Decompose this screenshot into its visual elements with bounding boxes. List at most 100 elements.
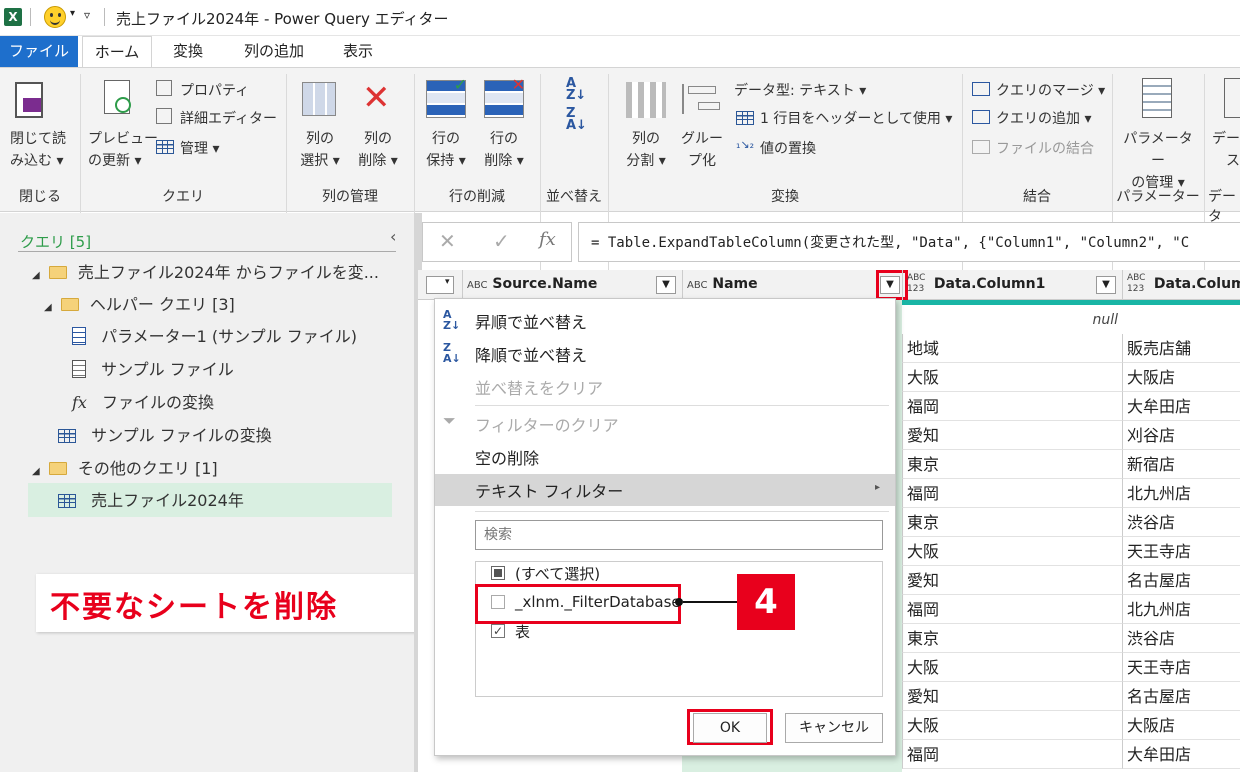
- table-cell[interactable]: 福岡: [902, 595, 1122, 624]
- confirm-formula-icon[interactable]: ✓: [493, 229, 510, 253]
- tab-transform[interactable]: 変換: [160, 36, 216, 68]
- table-cell[interactable]: 新宿店: [1122, 450, 1240, 479]
- folder-icon: [48, 462, 67, 475]
- select-all-checkbox[interactable]: [491, 566, 505, 580]
- split-column-button[interactable]: 列の 分割 ▾: [622, 128, 670, 172]
- xlnm-filterdatabase-checkbox[interactable]: [491, 595, 505, 609]
- data-type-dropdown[interactable]: データ型: テキスト ▾: [734, 80, 866, 100]
- tree-item-sample-file[interactable]: サンプル ファイル: [72, 356, 234, 380]
- manage-icon: [156, 140, 174, 154]
- clear-sort-item: 並べ替えをクリア: [475, 379, 604, 398]
- merge-queries-button[interactable]: クエリのマージ ▾: [996, 80, 1105, 100]
- tree-count: [1]: [195, 459, 218, 478]
- tree-group-main[interactable]: ◢ 売上ファイル2024年 からファイルを変...: [32, 259, 379, 283]
- column-header-data-column1[interactable]: ABC 123 Data.Column1: [902, 270, 1122, 300]
- close-load-button[interactable]: 閉じて読 み込む ▾: [10, 128, 66, 172]
- table-cell[interactable]: 愛知: [902, 421, 1122, 450]
- column-header-data-column2[interactable]: ABC 123 Data.Colum: [1122, 270, 1240, 300]
- remove-rows-button[interactable]: 行の 削除 ▾: [480, 128, 528, 172]
- formula-input[interactable]: = Table.ExpandTableColumn(変更された型, "Data"…: [578, 222, 1240, 262]
- table-cell[interactable]: 東京: [902, 508, 1122, 537]
- cancel-formula-icon[interactable]: ✕: [439, 229, 456, 253]
- replace-values-button[interactable]: 値の置換: [760, 138, 816, 158]
- use-first-row-header-button[interactable]: 1 行目をヘッダーとして使用 ▾: [760, 108, 952, 128]
- properties-button[interactable]: プロパティ: [180, 80, 249, 100]
- manage-parameters-button[interactable]: パラメーター の管理 ▾: [1120, 128, 1196, 194]
- table-cell[interactable]: 東京: [902, 624, 1122, 653]
- keep-rows-button[interactable]: 行の 保持 ▾: [422, 128, 470, 172]
- table-cell[interactable]: 大阪: [902, 653, 1122, 682]
- tree-item-parameter1[interactable]: パラメーター1 (サンプル ファイル): [72, 323, 357, 347]
- filter-button-name[interactable]: ▼: [880, 276, 900, 294]
- table-cell[interactable]: 渋谷店: [1122, 624, 1240, 653]
- sort-descending-item[interactable]: 降順で並べ替え: [475, 342, 587, 366]
- tree-item-transform-file[interactable]: fx ファイルの変換: [72, 389, 214, 413]
- tree-group-helper[interactable]: ◢ ヘルパー クエリ [3]: [44, 291, 235, 315]
- select-columns-button[interactable]: 列の 選択 ▾: [296, 128, 344, 172]
- table-cell[interactable]: 福岡: [902, 392, 1122, 421]
- table-cell[interactable]: 渋谷店: [1122, 508, 1240, 537]
- ribbon-tabs: ファイル ホーム 変換 列の追加 表示: [0, 36, 1240, 68]
- manage-button[interactable]: 管理 ▾: [180, 138, 219, 158]
- table-cell[interactable]: 大阪店: [1122, 363, 1240, 392]
- tree-item-selected-query[interactable]: 売上ファイル2024年: [28, 483, 392, 517]
- queries-header[interactable]: クエリ [5]: [20, 231, 91, 252]
- refresh-preview-button[interactable]: プレビュー の更新 ▾: [88, 128, 158, 172]
- document-icon: [72, 360, 86, 378]
- remove-empty-item[interactable]: 空の削除: [475, 445, 539, 469]
- sort-descending-icon[interactable]: Z A↓: [566, 107, 587, 132]
- sort-ascending-icon[interactable]: A Z↓: [566, 77, 586, 102]
- table-cell[interactable]: 大阪: [902, 711, 1122, 740]
- filter-button-data-column1[interactable]: ▼: [1096, 276, 1116, 294]
- text-filter-item[interactable]: テキスト フィルター ▸: [435, 474, 895, 506]
- ok-button[interactable]: OK: [693, 713, 767, 743]
- smiley-dropdown-icon[interactable]: ▾: [70, 8, 75, 19]
- append-queries-button[interactable]: クエリの追加 ▾: [996, 108, 1091, 128]
- smiley-feedback-icon[interactable]: [44, 6, 66, 28]
- collapse-pane-icon[interactable]: ‹: [390, 227, 396, 246]
- table-cell[interactable]: 大阪: [902, 363, 1122, 392]
- table-cell[interactable]: 北九州店: [1122, 479, 1240, 508]
- tab-home[interactable]: ホーム: [82, 36, 152, 68]
- table-cell[interactable]: 天王寺店: [1122, 653, 1240, 682]
- table-cell[interactable]: 大阪: [902, 537, 1122, 566]
- table-cell[interactable]: 大阪店: [1122, 711, 1240, 740]
- cancel-button[interactable]: キャンセル: [785, 713, 883, 743]
- sort-ascending-item[interactable]: 昇順で並べ替え: [475, 309, 587, 333]
- column-header-name[interactable]: ABC Name: [682, 270, 902, 300]
- xlnm-filterdatabase-label: _xlnm._FilterDatabase: [515, 593, 681, 611]
- grid-corner-menu[interactable]: ▾: [426, 276, 454, 294]
- group-by-button[interactable]: グルー プ化: [680, 128, 724, 172]
- table-cell[interactable]: 大牟田店: [1122, 740, 1240, 769]
- table-cell[interactable]: 福岡: [902, 479, 1122, 508]
- group-label-manage-columns: 列の管理: [322, 189, 378, 205]
- table-cell[interactable]: 名古屋店: [1122, 566, 1240, 595]
- table-cell[interactable]: 愛知: [902, 682, 1122, 711]
- advanced-editor-button[interactable]: 詳細エディター: [180, 108, 277, 128]
- tab-file[interactable]: ファイル: [0, 36, 78, 68]
- tab-view[interactable]: 表示: [330, 36, 386, 68]
- data-source-button[interactable]: デース: [1212, 128, 1240, 172]
- table-cell[interactable]: 天王寺店: [1122, 537, 1240, 566]
- column-header-source-name[interactable]: ABC Source.Name: [462, 270, 682, 300]
- advanced-editor-icon: [156, 108, 172, 124]
- filter-search-input[interactable]: [475, 520, 883, 550]
- filter-button-source-name[interactable]: ▼: [656, 276, 676, 294]
- table-cell[interactable]: 大牟田店: [1122, 392, 1240, 421]
- table-cell[interactable]: 東京: [902, 450, 1122, 479]
- tree-item-transform-sample[interactable]: サンプル ファイルの変換: [58, 422, 272, 446]
- table-option-checkbox[interactable]: ✓: [491, 624, 505, 638]
- remove-columns-button[interactable]: 列の 削除 ▾: [354, 128, 402, 172]
- table-cell[interactable]: 名古屋店: [1122, 682, 1240, 711]
- fx-icon[interactable]: fx: [539, 229, 556, 250]
- table-cell[interactable]: 愛知: [902, 566, 1122, 595]
- tree-group-other[interactable]: ◢ その他のクエリ [1]: [32, 455, 218, 479]
- tab-add-column[interactable]: 列の追加: [232, 36, 316, 68]
- table-cell[interactable]: 販売店舗: [1122, 334, 1240, 363]
- table-cell[interactable]: 北九州店: [1122, 595, 1240, 624]
- table-cell[interactable]: 地域: [902, 334, 1122, 363]
- collapse-triangle-icon: ◢: [44, 302, 52, 313]
- table-cell[interactable]: 刈谷店: [1122, 421, 1240, 450]
- table-cell[interactable]: 福岡: [902, 740, 1122, 769]
- quick-access-customize-icon[interactable]: ▿: [84, 8, 90, 22]
